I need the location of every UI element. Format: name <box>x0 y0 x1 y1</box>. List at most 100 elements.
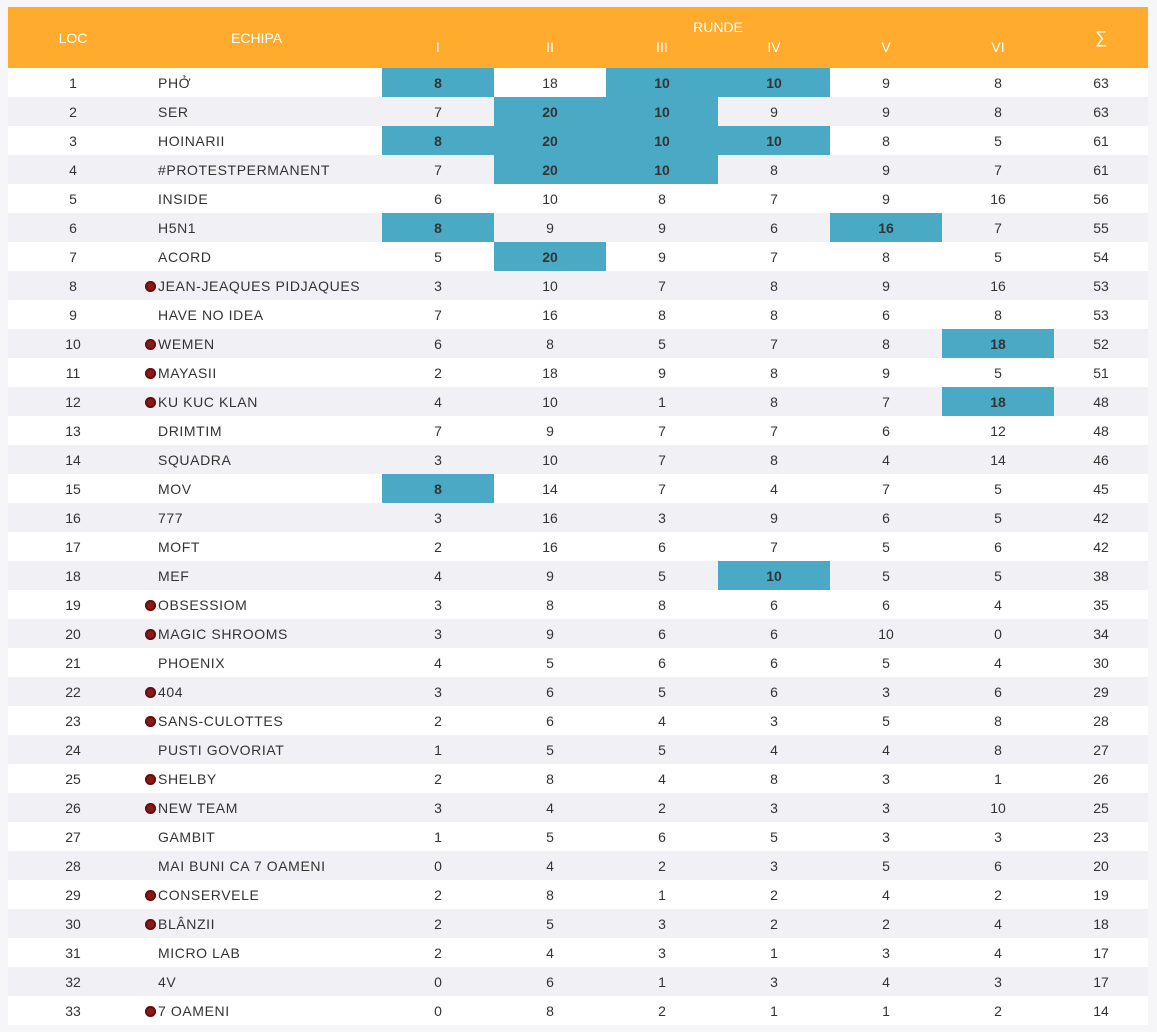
row-round-4-score: 8 <box>718 155 830 184</box>
row-round-5-score: 6 <box>830 590 942 619</box>
row-round-3-score: 4 <box>606 764 718 793</box>
row-round-1-score: 3 <box>382 619 494 648</box>
row-round-6-score: 8 <box>942 68 1054 97</box>
row-team-name: 777 <box>158 503 382 532</box>
row-round-2-score: 18 <box>494 68 606 97</box>
header-round-4[interactable]: IV <box>718 37 830 68</box>
row-round-2-score: 20 <box>494 97 606 126</box>
header-round-2[interactable]: II <box>494 37 606 68</box>
row-round-4-score: 4 <box>718 474 830 503</box>
row-round-5-score: 16 <box>830 213 942 242</box>
row-round-2-score: 8 <box>494 996 606 1025</box>
row-total: 18 <box>1054 909 1148 938</box>
row-total: 48 <box>1054 387 1148 416</box>
row-round-6-score: 16 <box>942 184 1054 213</box>
row-round-3-score: 1 <box>606 387 718 416</box>
row-total: 63 <box>1054 68 1148 97</box>
row-round-2-score: 5 <box>494 735 606 764</box>
row-rank: 3 <box>8 126 138 155</box>
row-round-4-score: 3 <box>718 706 830 735</box>
row-round-3-score: 4 <box>606 706 718 735</box>
row-round-1-score: 2 <box>382 706 494 735</box>
row-team-name: 7 OAMENI <box>158 996 382 1025</box>
row-round-2-score: 20 <box>494 126 606 155</box>
row-total: 30 <box>1054 648 1148 677</box>
table-row: 28 MAI BUNI CA 7 OAMENI 0 4 2 3 5 6 20 <box>8 851 1148 880</box>
row-round-5-score: 9 <box>830 184 942 213</box>
row-round-6-score: 4 <box>942 590 1054 619</box>
row-rank: 20 <box>8 619 138 648</box>
row-team-name: PHOENIX <box>158 648 382 677</box>
row-total: 38 <box>1054 561 1148 590</box>
row-round-5-score: 5 <box>830 532 942 561</box>
row-round-3-score: 6 <box>606 619 718 648</box>
table-row: 10 WEMEN 6 8 5 7 8 18 52 <box>8 329 1148 358</box>
row-round-4-score: 7 <box>718 184 830 213</box>
row-round-4-score: 6 <box>718 677 830 706</box>
header-round-1[interactable]: I <box>382 37 494 68</box>
row-round-2-score: 8 <box>494 764 606 793</box>
row-round-4-score: 10 <box>718 561 830 590</box>
row-round-2-score: 10 <box>494 184 606 213</box>
table-row: 14 SQUADRA 3 10 7 8 4 14 46 <box>8 445 1148 474</box>
row-round-6-score: 6 <box>942 677 1054 706</box>
row-team-name: JEAN-JEAQUES PIDJAQUES <box>158 271 382 300</box>
row-total: 42 <box>1054 532 1148 561</box>
header-total[interactable]: ∑ <box>1054 7 1148 68</box>
row-round-3-score: 1 <box>606 880 718 909</box>
row-marker-cell <box>138 68 158 97</box>
row-round-5-score: 6 <box>830 300 942 329</box>
row-round-3-score: 7 <box>606 271 718 300</box>
row-round-1-score: 7 <box>382 155 494 184</box>
row-rank: 7 <box>8 242 138 271</box>
row-round-2-score: 9 <box>494 213 606 242</box>
row-round-6-score: 7 <box>942 213 1054 242</box>
table-row: 24 PUSTI GOVORIAT 1 5 5 4 4 8 27 <box>8 735 1148 764</box>
header-loc[interactable]: LOC <box>8 7 138 68</box>
row-round-4-score: 6 <box>718 648 830 677</box>
row-round-1-score: 1 <box>382 735 494 764</box>
row-marker-cell <box>138 329 158 358</box>
header-round-6[interactable]: VI <box>942 37 1054 68</box>
row-round-1-score: 2 <box>382 358 494 387</box>
row-rank: 32 <box>8 967 138 996</box>
row-round-6-score: 18 <box>942 387 1054 416</box>
header-round-3[interactable]: III <box>606 37 718 68</box>
row-round-6-score: 4 <box>942 938 1054 967</box>
row-round-3-score: 2 <box>606 851 718 880</box>
row-total: 61 <box>1054 155 1148 184</box>
row-round-1-score: 5 <box>382 242 494 271</box>
marker-dot-icon <box>145 1006 156 1018</box>
row-total: 51 <box>1054 358 1148 387</box>
row-round-4-score: 9 <box>718 503 830 532</box>
row-marker-cell <box>138 706 158 735</box>
table-row: 19 OBSESSIOM 3 8 8 6 6 4 35 <box>8 590 1148 619</box>
row-round-6-score: 6 <box>942 532 1054 561</box>
row-rank: 18 <box>8 561 138 590</box>
row-total: 17 <box>1054 967 1148 996</box>
row-round-4-score: 8 <box>718 387 830 416</box>
row-round-2-score: 20 <box>494 155 606 184</box>
row-marker-cell <box>138 793 158 822</box>
header-team[interactable]: ECHIPA <box>138 7 382 68</box>
row-round-5-score: 3 <box>830 793 942 822</box>
row-round-3-score: 10 <box>606 126 718 155</box>
row-team-name: 404 <box>158 677 382 706</box>
row-round-2-score: 4 <box>494 851 606 880</box>
row-marker-cell <box>138 184 158 213</box>
row-rank: 30 <box>8 909 138 938</box>
table-body: 1 PHỞ 8 18 10 10 9 8 63 2 SER 7 20 10 9 9 8 63 3 HOINARII 8 2… <box>8 68 1148 1025</box>
row-round-3-score: 10 <box>606 97 718 126</box>
row-round-5-score: 3 <box>830 938 942 967</box>
row-team-name: KU KUC KLAN <box>158 387 382 416</box>
header-round-5[interactable]: V <box>830 37 942 68</box>
row-team-name: HAVE NO IDEA <box>158 300 382 329</box>
row-team-name: ACORD <box>158 242 382 271</box>
row-team-name: MAYASII <box>158 358 382 387</box>
row-team-name: MOV <box>158 474 382 503</box>
row-marker-cell <box>138 822 158 851</box>
row-round-4-score: 5 <box>718 822 830 851</box>
marker-dot-icon <box>145 397 156 409</box>
table-row: 25 SHELBY 2 8 4 8 3 1 26 <box>8 764 1148 793</box>
row-rank: 25 <box>8 764 138 793</box>
